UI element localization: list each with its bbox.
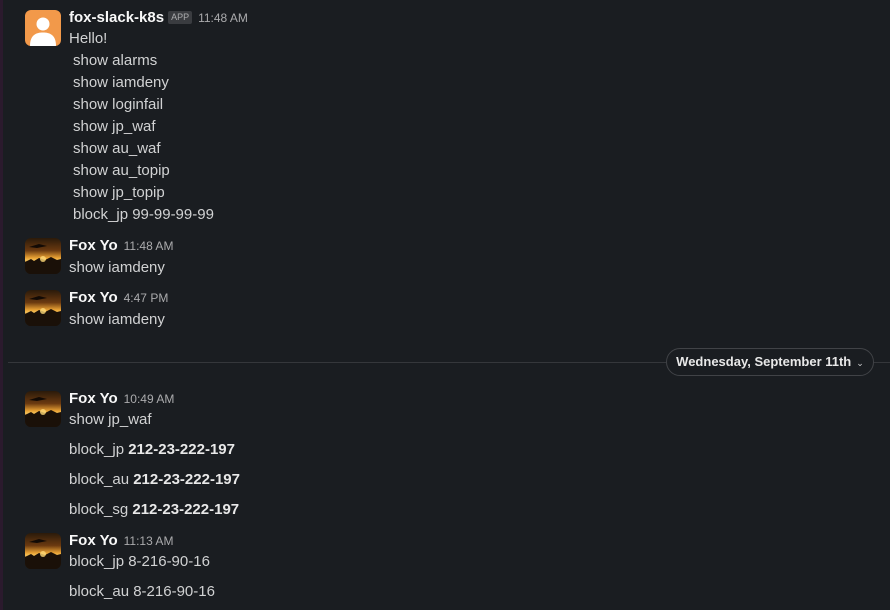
block-line: block_au 212-23-222-197 bbox=[69, 469, 240, 491]
sender-name[interactable]: Fox Yo bbox=[69, 237, 118, 254]
message-text: show jp_waf bbox=[69, 411, 152, 428]
sender-name[interactable]: fox-slack-k8s bbox=[69, 9, 164, 26]
app-avatar[interactable] bbox=[25, 10, 61, 46]
message-text: block_au 8-216-90-16 bbox=[69, 583, 215, 600]
timestamp[interactable]: 11:48 AM bbox=[124, 239, 174, 253]
block-line: block_jp 212-23-222-197 bbox=[69, 439, 235, 461]
command-line: show jp_topip bbox=[73, 184, 165, 201]
message-header: Fox Yo 4:47 PM bbox=[69, 287, 168, 309]
command-line: block_jp 99-99-99-99 bbox=[73, 206, 214, 223]
sender-name[interactable]: Fox Yo bbox=[69, 390, 118, 407]
message-header: Fox Yo 10:49 AM bbox=[69, 388, 174, 410]
sender-name[interactable]: Fox Yo bbox=[69, 532, 118, 549]
user-avatar[interactable] bbox=[25, 391, 61, 427]
block-command: block_sg bbox=[69, 501, 129, 518]
block-ip: 212-23-222-197 bbox=[132, 501, 240, 518]
message-text: Hello! bbox=[69, 30, 108, 47]
sunset-photo-avatar bbox=[25, 539, 61, 569]
timestamp[interactable]: 11:13 AM bbox=[124, 534, 174, 548]
date-label: Wednesday, September 11th bbox=[676, 354, 852, 369]
sunset-photo-avatar bbox=[25, 244, 61, 274]
user-avatar[interactable] bbox=[25, 238, 61, 274]
block-line: block_sg 212-23-222-197 bbox=[69, 499, 239, 521]
command-line: show jp_waf bbox=[73, 118, 156, 135]
command-line: show alarms bbox=[73, 52, 158, 69]
sunset-photo-avatar bbox=[25, 296, 61, 326]
timestamp[interactable]: 4:47 PM bbox=[124, 291, 169, 305]
message-text: show iamdeny bbox=[69, 311, 165, 328]
message-text: block_jp 8-216-90-16 bbox=[69, 553, 210, 570]
message-header: fox-slack-k8s APP 11:48 AM bbox=[69, 7, 248, 29]
command-line: show iamdeny bbox=[73, 74, 169, 91]
command-line: show au_waf bbox=[73, 140, 161, 157]
message-pane: fox-slack-k8s APP 11:48 AM Hello! show ala… bbox=[0, 0, 890, 610]
app-badge: APP bbox=[168, 11, 193, 24]
user-avatar[interactable] bbox=[25, 290, 61, 326]
block-ip: 212-23-222-197 bbox=[133, 471, 240, 488]
chevron-down-icon: ⌄ bbox=[856, 358, 864, 368]
block-ip: 212-23-222-197 bbox=[128, 441, 235, 458]
message-header: Fox Yo 11:13 AM bbox=[69, 530, 173, 552]
sender-name[interactable]: Fox Yo bbox=[69, 289, 118, 306]
timestamp[interactable]: 10:49 AM bbox=[124, 392, 175, 406]
block-command: block_jp bbox=[69, 441, 125, 458]
sunset-photo-avatar bbox=[25, 397, 61, 427]
message-header: Fox Yo 11:48 AM bbox=[69, 235, 173, 257]
block-command: block_au bbox=[69, 471, 130, 488]
command-line: show loginfail bbox=[73, 96, 164, 113]
message-text: show iamdeny bbox=[69, 259, 165, 276]
user-avatar[interactable] bbox=[25, 533, 61, 569]
date-divider-button[interactable]: Wednesday, September 11th ⌄ bbox=[666, 348, 874, 376]
user-silhouette-icon bbox=[30, 17, 56, 46]
command-line: show au_topip bbox=[73, 162, 170, 179]
timestamp[interactable]: 11:48 AM bbox=[198, 11, 248, 25]
